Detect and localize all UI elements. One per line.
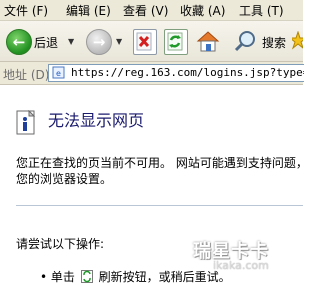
- watermark: 瑞星卡卡 ikaka.com: [185, 237, 303, 284]
- home-button[interactable]: [195, 28, 221, 54]
- search-button[interactable]: [234, 29, 258, 53]
- refresh-mini-icon: [80, 270, 93, 283]
- menu-tools[interactable]: 工具 (T): [239, 2, 284, 19]
- home-icon: [196, 31, 220, 52]
- forward-arrow-icon: →: [92, 33, 106, 51]
- forward-button[interactable]: →: [86, 29, 112, 55]
- address-input[interactable]: e https://reg.163.com/logins.jsp?type=1&…: [48, 64, 304, 82]
- error-description: 您正在查找的页当前不可用。 网站可能遇到支持问题， 您的浏览器设置。: [16, 155, 308, 187]
- menu-bar: 文件 (F) 编辑 (E) 查看 (V) 收藏 (A) 工具 (T): [0, 0, 303, 21]
- divider: [16, 205, 303, 206]
- svg-text:e: e: [56, 69, 61, 78]
- watermark-url: ikaka.com: [213, 259, 269, 272]
- page-icon: e: [52, 66, 65, 79]
- page-title: 无法显示网页: [48, 111, 145, 130]
- bullet-dot-icon: •: [40, 270, 48, 284]
- refresh-icon: [167, 32, 183, 51]
- try-heading: 请尝试以下操作:: [16, 237, 105, 251]
- back-dropdown-icon[interactable]: ▼: [68, 37, 74, 46]
- favorites-star-icon[interactable]: [292, 31, 303, 51]
- menu-favorites[interactable]: 收藏 (A): [180, 2, 225, 19]
- address-url: https://reg.163.com/logins.jsp?type=1&p: [71, 66, 304, 79]
- back-label[interactable]: 后退: [34, 34, 58, 51]
- refresh-button[interactable]: [164, 29, 188, 55]
- stop-icon: [136, 32, 152, 51]
- bullet-prefix: 单击: [50, 270, 75, 284]
- address-bar: 地址 (D) e https://reg.163.com/logins.jsp?…: [0, 62, 304, 85]
- menu-view[interactable]: 查看 (V): [123, 2, 168, 19]
- info-icon: [16, 110, 36, 135]
- menu-edit[interactable]: 编辑 (E): [66, 2, 111, 19]
- menubar-filler: [292, 0, 303, 20]
- address-label: 地址 (D): [3, 68, 50, 82]
- search-label[interactable]: 搜索: [262, 34, 286, 51]
- error-description-line2: 您的浏览器设置。: [16, 172, 113, 186]
- menu-file[interactable]: 文件 (F): [4, 2, 48, 19]
- magnifier-icon: [234, 31, 255, 52]
- forward-dropdown-icon[interactable]: ▼: [116, 37, 122, 46]
- back-arrow-icon: ←: [12, 33, 26, 51]
- error-description-line1: 您正在查找的页当前不可用。 网站可能遇到支持问题，: [16, 156, 308, 170]
- back-button[interactable]: ←: [6, 29, 32, 55]
- stop-button[interactable]: [133, 29, 157, 55]
- toolbar: ← 后退 ▼ → ▼ 搜索: [0, 21, 303, 62]
